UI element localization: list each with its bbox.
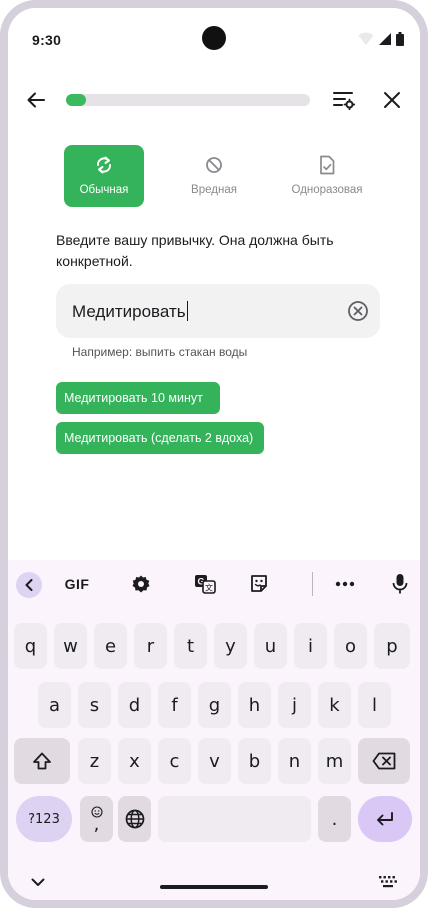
key-e[interactable]: e: [94, 623, 127, 669]
enter-key[interactable]: [358, 796, 412, 842]
globe-icon: [125, 809, 144, 829]
translate-icon: G文: [195, 575, 216, 594]
clear-input-button[interactable]: [346, 299, 370, 323]
camera-cutout: [202, 26, 226, 50]
keyboard-toolbar: GIF G文: [8, 560, 420, 608]
microphone-icon: [392, 574, 408, 594]
key-j[interactable]: j: [278, 682, 311, 728]
key-n[interactable]: n: [278, 738, 311, 784]
emoji-comma-key[interactable]: ,: [80, 796, 113, 842]
backspace-key[interactable]: [358, 738, 410, 784]
key-v[interactable]: v: [198, 738, 231, 784]
period-key[interactable]: .: [318, 796, 351, 842]
tab-label: Одноразовая: [291, 184, 363, 196]
key-c[interactable]: c: [158, 738, 191, 784]
tab-label: Вредная: [191, 184, 237, 196]
text-caret: [186, 301, 189, 321]
sticker-icon: [251, 575, 267, 592]
key-i[interactable]: i: [294, 623, 327, 669]
key-x[interactable]: x: [118, 738, 151, 784]
gear-icon: [132, 575, 150, 593]
input-hint: Например: выпить стакан воды: [72, 345, 248, 359]
key-t[interactable]: t: [174, 623, 207, 669]
chevron-down-icon: [31, 878, 45, 886]
key-u[interactable]: u: [254, 623, 287, 669]
signal-icon: [379, 33, 391, 45]
symbols-key[interactable]: ?123: [16, 796, 72, 842]
tab-label: Обычная: [79, 184, 129, 196]
clear-circle-icon: [348, 301, 368, 321]
suggestion-chip[interactable]: Медитировать (сделать 2 вдоха): [56, 422, 264, 454]
key-o[interactable]: o: [334, 623, 367, 669]
device-frame: 9:30 Обычная Вредная Одноразовая Введите…: [0, 0, 428, 908]
keyboard-collapse-button[interactable]: [16, 572, 42, 598]
habit-prompt: Введите вашу привычку. Она должна быть к…: [56, 232, 334, 269]
space-bar[interactable]: [158, 796, 311, 842]
key-g[interactable]: g: [198, 682, 231, 728]
key-f[interactable]: f: [158, 682, 191, 728]
suggestion-chip[interactable]: Медитировать 10 минут: [56, 382, 220, 414]
key-m[interactable]: m: [318, 738, 351, 784]
keyboard-settings-button[interactable]: [124, 568, 158, 600]
translate-button[interactable]: G文: [188, 568, 222, 600]
filter-settings-button[interactable]: [324, 80, 364, 120]
gif-button[interactable]: GIF: [60, 568, 94, 600]
tune-settings-icon: [333, 92, 355, 110]
chevron-left-icon: [25, 579, 33, 591]
wifi-icon: [358, 32, 374, 45]
hide-keyboard-button[interactable]: [26, 870, 50, 894]
close-button[interactable]: [372, 80, 412, 120]
enter-icon: [377, 812, 393, 826]
key-p[interactable]: p: [374, 623, 410, 669]
toolbar-divider: [312, 572, 313, 596]
key-a[interactable]: a: [38, 682, 71, 728]
key-k[interactable]: k: [318, 682, 351, 728]
more-horizontal-icon: [335, 581, 355, 587]
progress-fill: [66, 94, 86, 106]
status-bar: 9:30: [8, 8, 420, 72]
shift-icon: [33, 752, 51, 770]
tab-regular[interactable]: Обычная: [64, 145, 144, 207]
tab-one-time[interactable]: Одноразовая: [284, 145, 370, 207]
key-r[interactable]: r: [134, 623, 167, 669]
close-icon: [384, 92, 400, 108]
key-h[interactable]: h: [238, 682, 271, 728]
key-b[interactable]: b: [238, 738, 271, 784]
back-button[interactable]: [16, 80, 56, 120]
arrow-back-icon: [27, 92, 45, 108]
habit-input[interactable]: Медитировать: [56, 284, 380, 338]
voice-input-button[interactable]: [383, 568, 417, 600]
battery-icon: [396, 32, 404, 46]
keyboard-switch-button[interactable]: [376, 870, 400, 894]
status-icons: [358, 32, 404, 46]
shift-key[interactable]: [14, 738, 70, 784]
progress-bar: [66, 94, 310, 106]
backspace-icon: [372, 752, 396, 770]
key-w[interactable]: w: [54, 623, 87, 669]
language-key[interactable]: [118, 796, 151, 842]
block-icon: [206, 157, 222, 173]
key-z[interactable]: z: [78, 738, 111, 784]
on-screen-keyboard: GIF G文 q w e r t y u i o p a s d f g h j…: [8, 560, 420, 900]
home-indicator[interactable]: [160, 885, 268, 889]
file-check-icon: [320, 155, 335, 175]
tab-harmful[interactable]: Вредная: [174, 145, 254, 207]
keyboard-icon: [379, 876, 397, 888]
svg-text:文: 文: [205, 583, 213, 593]
more-options-button[interactable]: [328, 568, 362, 600]
key-l[interactable]: l: [358, 682, 391, 728]
key-y[interactable]: y: [214, 623, 247, 669]
habit-input-value[interactable]: Медитировать: [72, 301, 189, 322]
sticker-button[interactable]: [242, 568, 276, 600]
key-d[interactable]: d: [118, 682, 151, 728]
screen: 9:30 Обычная Вредная Одноразовая Введите…: [8, 8, 420, 900]
key-s[interactable]: s: [78, 682, 111, 728]
sync-icon: [97, 156, 111, 174]
system-nav-bar: [8, 856, 420, 900]
status-time: 9:30: [32, 32, 62, 48]
key-q[interactable]: q: [14, 623, 47, 669]
